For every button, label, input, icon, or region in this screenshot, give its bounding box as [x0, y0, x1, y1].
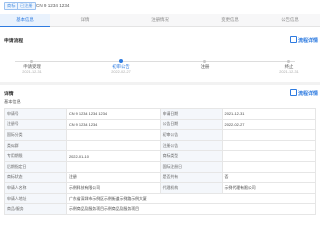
- row-label: 国际分类: [4, 129, 67, 141]
- row-value: [221, 139, 317, 152]
- step-dot-2: [119, 59, 123, 63]
- tab-registration[interactable]: 注册情况: [135, 14, 185, 26]
- step-dot-4: [287, 59, 290, 63]
- table-row: 商标状态 注册 是否共有 否: [4, 171, 317, 184]
- table-row: 商品/服务 示例商品及服务项目示例商品及服务项目: [4, 203, 317, 215]
- row-value: CN 9 1234 1234 1234: [65, 108, 161, 120]
- header-bar: 商标 已注册 CN 9 1234 1234: [0, 0, 320, 12]
- service-link[interactable]: 示例商品及服务项目示例商品及服务项目: [65, 203, 317, 215]
- row-label: 申请人地址: [4, 192, 67, 205]
- row-label: 代理机构: [159, 182, 223, 194]
- section-divider: [0, 82, 320, 85]
- details-action-button[interactable]: 流程详情: [290, 89, 318, 97]
- step-label-3: 注册: [200, 64, 210, 69]
- row-label: 类似群: [4, 139, 67, 152]
- table-row: 申请号 CN 9 1234 1234 1234 申请日期 2021-12-31: [4, 108, 317, 120]
- row-value: 否: [221, 171, 317, 184]
- step-date-1: 2021-12-31: [22, 70, 42, 74]
- status-chip: 已注册: [17, 2, 36, 10]
- tab-basic-info[interactable]: 基本信息: [0, 14, 50, 27]
- table-row: 申请人地址 广东省深圳市示例区示例街道示例路示例大厦: [4, 192, 317, 205]
- step-date-4: 2021-12-31: [279, 70, 299, 74]
- step-date-2: 2022-02-27: [111, 70, 131, 74]
- table-row: 专用期限 2022-01-10 商标类型: [4, 150, 317, 162]
- row-value: CN 9 1234 1234: [65, 118, 161, 131]
- timeline-line: [15, 61, 295, 62]
- status-link[interactable]: 注册: [65, 171, 161, 184]
- row-value: 2022-02-27: [221, 118, 317, 131]
- row-value: [221, 129, 317, 141]
- document-icon: [290, 89, 297, 96]
- page-title: CN 9 1234 1234: [36, 3, 70, 8]
- tab-bar: 基本信息 详情 注册情况 变更信息 公告信息: [0, 14, 320, 27]
- table-row: 类似群 注册公告: [4, 139, 317, 152]
- row-label: 注册号: [4, 118, 67, 131]
- row-label: 公告日期: [159, 118, 223, 131]
- tab-changes[interactable]: 变更信息: [205, 14, 255, 26]
- table-row: 国际分类 初审公告: [4, 129, 317, 141]
- progress-title: 申请流程: [4, 39, 24, 44]
- details-subtitle: 基本信息: [4, 99, 21, 104]
- row-label: 商标状态: [4, 171, 67, 184]
- row-value: 2021-12-31: [221, 108, 317, 120]
- step-dot-3: [203, 59, 206, 63]
- row-label: 申请人名称: [4, 182, 67, 194]
- row-label: 后期指定日: [4, 160, 67, 173]
- row-value: [221, 160, 317, 173]
- row-value: 2022-01-10: [65, 150, 161, 162]
- row-value: [221, 150, 317, 162]
- row-label: 注册公告: [159, 139, 223, 152]
- tab-announcement[interactable]: 公告信息: [265, 14, 315, 26]
- details-title: 详情: [4, 92, 14, 97]
- row-value: 示例代理有限公司: [221, 182, 317, 194]
- table-row: 注册号 CN 9 1234 1234 公告日期 2022-02-27: [4, 118, 317, 131]
- row-label: 商品/服务: [4, 203, 67, 215]
- row-label: 申请日期: [159, 108, 223, 120]
- table-row: 后期指定日 国际注册日: [4, 160, 317, 173]
- row-value: [65, 129, 161, 141]
- applicant-link[interactable]: 示例科技有限公司: [65, 182, 161, 194]
- progress-detail-label: 流程详情: [298, 38, 319, 44]
- row-label: 商标类型: [159, 150, 223, 162]
- document-icon: [290, 36, 297, 43]
- row-label: 是否共有: [159, 171, 223, 184]
- tab-detail[interactable]: 详情: [60, 14, 110, 26]
- progress-detail-button[interactable]: 流程详情: [290, 36, 318, 44]
- row-value: [65, 139, 161, 152]
- row-label: 专用期限: [4, 150, 67, 162]
- row-value: 广东省深圳市示例区示例街道示例路示例大厦: [65, 192, 317, 205]
- step-dot-1: [30, 59, 33, 63]
- row-label: 国际注册日: [159, 160, 223, 173]
- row-label: 初审公告: [159, 129, 223, 141]
- details-action-label: 流程详情: [298, 91, 319, 97]
- table-row: 申请人名称 示例科技有限公司 代理机构 示例代理有限公司: [4, 182, 317, 194]
- row-label: 申请号: [4, 108, 67, 120]
- row-value: [65, 160, 161, 173]
- details-table: 申请号 CN 9 1234 1234 1234 申请日期 2021-12-31 …: [4, 108, 317, 215]
